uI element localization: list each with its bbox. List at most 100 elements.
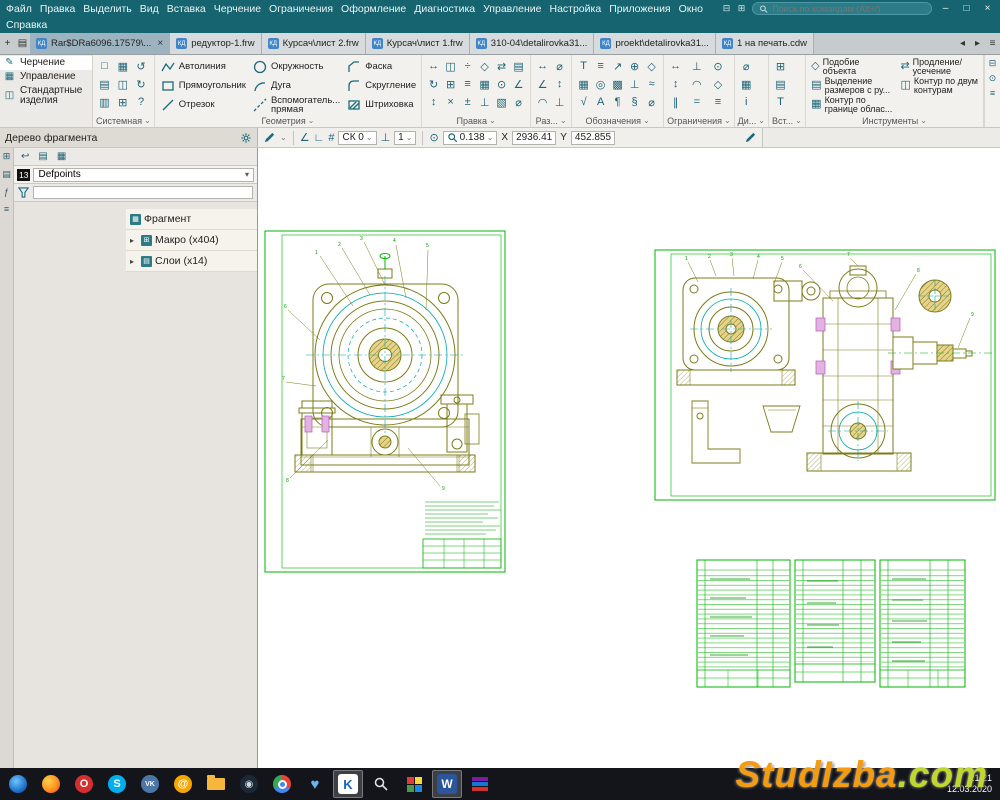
axis-icon[interactable]: ≡ xyxy=(592,57,609,75)
centerline-icon[interactable]: ⊥ xyxy=(626,75,643,93)
new-tab-button[interactable]: + xyxy=(0,33,15,54)
menu-item[interactable]: Оформление xyxy=(337,2,410,16)
section-label-diagnostics[interactable]: Ди...⌄ xyxy=(738,114,765,127)
section-label-edit[interactable]: Правка⌄ xyxy=(425,114,527,127)
expand-arrow-icon[interactable]: ▸ xyxy=(130,236,138,245)
section-label-notations[interactable]: Обозначения⌄ xyxy=(575,114,660,127)
group-icon[interactable]: ▤ xyxy=(510,57,527,75)
nav-back-icon[interactable]: ↩ xyxy=(21,151,29,162)
menu-item[interactable]: Вид xyxy=(136,2,163,16)
tool-hatch[interactable]: Штриховка xyxy=(344,95,418,114)
search-tool-icon[interactable] xyxy=(366,770,396,798)
document-tab[interactable]: КД310-04\detalirovka31... xyxy=(470,33,595,54)
tool-two-contours[interactable]: ◫Контур по двум контурам xyxy=(898,76,980,95)
document-tab[interactable]: КДКурсач\лист 1.frw xyxy=(366,33,470,54)
stretch-icon[interactable]: ⇄ xyxy=(493,57,510,75)
word-icon[interactable]: W xyxy=(432,770,462,798)
tree-item[interactable]: ▸⊞Макро (x404) xyxy=(126,230,257,251)
extend-icon[interactable]: ≡ xyxy=(459,75,476,93)
perpendicular-icon[interactable]: ⊥ xyxy=(381,131,391,144)
drawing-sheet-1[interactable]: 123 456 789 xyxy=(265,231,505,572)
chrome-icon[interactable] xyxy=(267,770,297,798)
copy-object-icon[interactable]: ⊞ xyxy=(442,75,459,93)
dimension-diameter-icon[interactable]: ⌀ xyxy=(551,57,568,75)
dimension-angular-icon[interactable]: ∠ xyxy=(534,75,551,93)
gear-icon[interactable] xyxy=(240,132,252,144)
move-icon[interactable]: ↔ xyxy=(425,57,442,75)
angle-snap-icon[interactable]: ∠ xyxy=(300,131,310,144)
print-icon[interactable]: ▦ xyxy=(114,57,131,75)
document-tab[interactable]: КД1 на печать.cdw xyxy=(716,33,814,54)
menu-item-help[interactable]: Справка xyxy=(2,18,51,32)
tolerance-icon[interactable]: ⊕ xyxy=(626,57,643,75)
new-document-icon[interactable]: □ xyxy=(96,57,113,75)
image-view-icon[interactable]: ▦ xyxy=(57,151,66,162)
save-icon[interactable]: ▥ xyxy=(96,93,113,111)
menu-item[interactable]: Правка xyxy=(36,2,79,16)
menu-item[interactable]: Черчение xyxy=(210,2,265,16)
pencil-icon[interactable] xyxy=(263,131,276,144)
symbol-icon[interactable]: § xyxy=(626,93,643,111)
mirror-icon[interactable]: ◫ xyxy=(442,57,459,75)
fix-constraint-icon[interactable]: ⊙ xyxy=(709,57,726,75)
ribbon-tab[interactable]: ▦Управление xyxy=(0,70,92,84)
redo-icon[interactable]: ↻ xyxy=(133,75,150,93)
layout-split-icon[interactable]: ⊟ xyxy=(719,3,734,14)
insert-fragment-icon[interactable]: ⊞ xyxy=(772,57,789,75)
marker-icon[interactable]: ◎ xyxy=(592,75,609,93)
help-icon[interactable]: ? xyxy=(133,93,150,111)
tool-select-dimensions[interactable]: ▤Выделение размеров с ру... xyxy=(809,76,894,95)
base-icon[interactable]: ◇ xyxy=(643,57,660,75)
tool-offset-contour[interactable]: ◇Подобие объекта xyxy=(809,57,894,76)
leader-icon[interactable]: ↕ xyxy=(551,75,568,93)
clipboard-icon[interactable]: ⊞ xyxy=(114,93,131,111)
section-label-dimensions[interactable]: Раз...⌄ xyxy=(534,114,568,127)
dimension-radial-icon[interactable]: ◠ xyxy=(534,93,551,111)
array-icon[interactable]: ▦ xyxy=(476,75,493,93)
layout-grid-icon[interactable]: ⊞ xyxy=(734,3,749,14)
menu-item[interactable]: Управление xyxy=(479,2,545,16)
document-tab[interactable]: КДредуктор-1.frw xyxy=(170,33,261,54)
explode-icon[interactable]: ▧ xyxy=(493,93,510,111)
document-tab[interactable]: КДRar$DRa6096.17579\...× xyxy=(30,33,170,54)
measure-distance-icon[interactable]: ⌀ xyxy=(738,57,755,75)
menu-item[interactable]: Окно xyxy=(675,2,707,16)
open-document-icon[interactable]: ▤ xyxy=(96,75,113,93)
properties-icon[interactable]: ▤ xyxy=(2,169,11,180)
grid-icon[interactable]: # xyxy=(328,132,334,144)
tool-extend-trim[interactable]: ⇄Продление/ усечение xyxy=(898,57,980,76)
section-label-insert[interactable]: Вст...⌄ xyxy=(772,114,802,127)
measure-icon[interactable]: ⌀ xyxy=(510,93,527,111)
specification-table-1[interactable] xyxy=(697,560,790,687)
tool-rectangle[interactable]: Прямоугольник xyxy=(158,76,248,95)
insert-image-icon[interactable]: ▤ xyxy=(772,75,789,93)
join-icon[interactable]: ⊙ xyxy=(493,75,510,93)
dimension-linear-icon[interactable]: ↔ xyxy=(534,57,551,75)
equal-constraint-icon[interactable]: = xyxy=(688,93,705,111)
undo-icon[interactable]: ↺ xyxy=(133,57,150,75)
coincident-constraint-icon[interactable]: ≡ xyxy=(709,93,726,111)
section-label-system[interactable]: Системная⌄ xyxy=(96,114,151,127)
minimize-button[interactable]: – xyxy=(935,1,956,16)
folder-icon[interactable] xyxy=(201,770,231,798)
specification-table-3[interactable] xyxy=(880,560,965,687)
close-icon[interactable]: × xyxy=(155,38,163,49)
tree-item[interactable]: ▸▤Слои (x14) xyxy=(126,251,257,272)
menu-item[interactable]: Приложения xyxy=(605,2,674,16)
text-icon[interactable]: T xyxy=(575,57,592,75)
tree-item[interactable]: ▦Фрагмент xyxy=(126,209,257,230)
measure-area-icon[interactable]: ▦ xyxy=(738,75,755,93)
taskbar-clock[interactable]: 21:2112.03.2020 xyxy=(947,773,1000,795)
firefox-icon[interactable] xyxy=(36,770,66,798)
mail-icon[interactable]: @ xyxy=(168,770,198,798)
tool-fillet[interactable]: Скругление xyxy=(344,76,418,95)
opera-icon[interactable]: O xyxy=(69,770,99,798)
steam-icon[interactable]: ◉ xyxy=(234,770,264,798)
menu-item[interactable]: Ограничения xyxy=(265,2,337,16)
ribbon-options-icon[interactable]: ≡ xyxy=(990,88,995,98)
section-label-constraints[interactable]: Ограничения⌄ xyxy=(667,114,731,127)
ortho-snap-icon[interactable]: ∟ xyxy=(314,132,325,144)
menu-item[interactable]: Выделить xyxy=(79,2,135,16)
grid-app-icon[interactable] xyxy=(399,770,429,798)
offset-icon[interactable]: ◇ xyxy=(476,57,493,75)
